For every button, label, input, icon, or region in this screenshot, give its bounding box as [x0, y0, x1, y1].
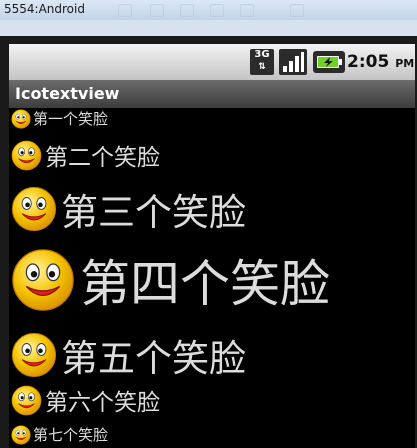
list-item: 第二个笑脸	[11, 138, 160, 172]
emulator-title-bar: 5554:Android	[0, 0, 417, 21]
list-item-label: 第六个笑脸	[45, 390, 160, 416]
smiley-face-icon	[11, 108, 31, 129]
battery-charging-icon	[313, 51, 345, 73]
smiley-face-icon	[12, 249, 74, 311]
list-item: 第一个笑脸	[11, 108, 108, 129]
toolbar-ghost-icon	[118, 4, 132, 17]
list-item-label: 第一个笑脸	[33, 110, 109, 128]
list-item-label: 第二个笑脸	[45, 145, 160, 171]
app-title: Icotextview	[15, 84, 120, 103]
android-screen: 3G ⇅ 2:05 PM Icotextview 第一个笑脸第二个笑脸第三个笑脸…	[9, 44, 415, 448]
toolbar-ghost-icon	[180, 4, 194, 17]
list-item-label: 第四个笑脸	[80, 255, 330, 313]
list-item: 第七个笑脸	[11, 424, 108, 445]
clock-ampm: PM	[395, 57, 415, 70]
toolbar-ghost-icon	[290, 4, 304, 17]
smiley-face-icon	[11, 186, 57, 232]
list-item-label: 第三个笑脸	[61, 191, 246, 234]
app-title-bar: Icotextview	[9, 80, 415, 108]
list-item: 第四个笑脸	[11, 244, 330, 316]
network-type-label: 3G	[254, 49, 270, 60]
smiley-face-icon	[11, 424, 31, 445]
signal-strength-icon	[279, 49, 307, 75]
list-item: 第五个笑脸	[11, 328, 246, 382]
list-item-label: 第七个笑脸	[33, 426, 109, 444]
toolbar-ghost-icon	[150, 4, 164, 17]
smiley-face-icon	[11, 385, 42, 415]
smiley-face-icon	[11, 332, 57, 378]
list-item-label: 第五个笑脸	[61, 337, 246, 380]
network-3g-icon: 3G ⇅	[250, 49, 274, 75]
clock-time: 2:05	[347, 52, 390, 72]
toolbar-ghost-icon	[210, 4, 224, 17]
list-item: 第三个笑脸	[11, 182, 246, 236]
toolbar-ghost-icon	[240, 4, 254, 17]
smiley-face-icon	[11, 140, 42, 170]
status-clock: 2:05 PM	[347, 52, 414, 72]
emulator-window-title: 5554:Android	[4, 2, 85, 16]
list-item: 第六个笑脸	[11, 383, 160, 417]
status-bar: 3G ⇅ 2:05 PM	[9, 44, 415, 80]
